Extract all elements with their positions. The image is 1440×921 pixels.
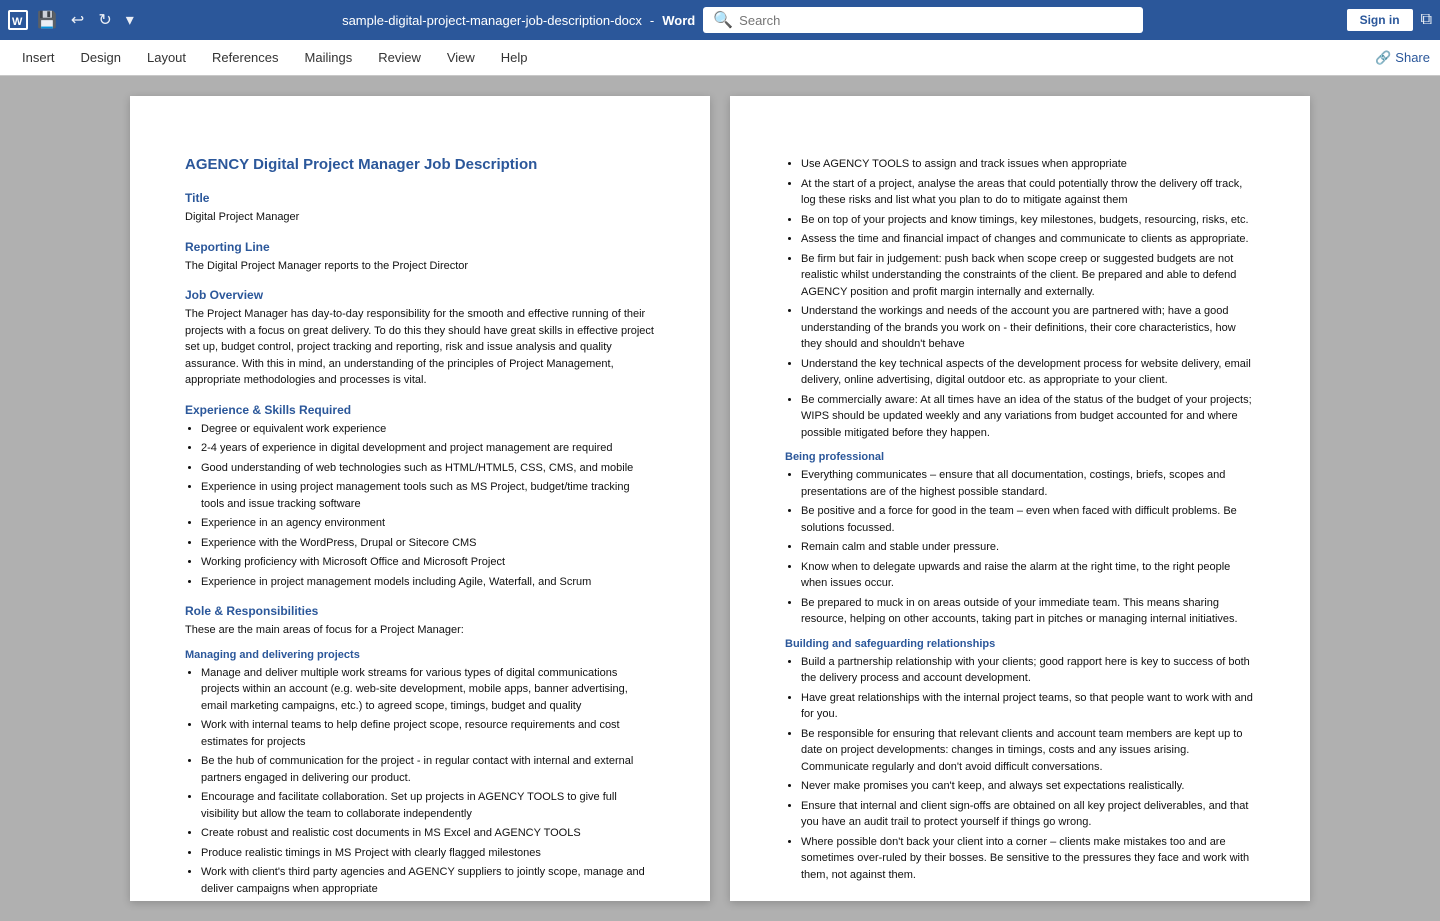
file-name: sample-digital-project-manager-job-descr… (342, 13, 642, 28)
title-bar-left: W 💾 ↩ ↻ ▾ (8, 8, 139, 32)
list-item: Everything communicates – ensure that al… (801, 467, 1255, 500)
list-item: At the start of a project, analyse the a… (801, 176, 1255, 209)
menu-help[interactable]: Help (489, 44, 540, 71)
list-item: Manage and deliver multiple work streams… (201, 665, 655, 715)
list-item: Be commercially aware: At all times have… (801, 392, 1255, 442)
list-item: Working proficiency with Microsoft Offic… (201, 554, 655, 571)
list-item: Work with client's third party agencies … (201, 864, 655, 897)
svg-text:W: W (12, 16, 23, 28)
menu-mailings[interactable]: Mailings (293, 44, 365, 71)
list-item: Where possible don't back your client in… (801, 834, 1255, 884)
list-item: Never make promises you can't keep, and … (801, 778, 1255, 795)
role-intro: These are the main areas of focus for a … (185, 622, 655, 639)
title-separator: - (650, 13, 654, 28)
signin-button[interactable]: Sign in (1347, 9, 1413, 31)
menu-view[interactable]: View (435, 44, 487, 71)
page-1: AGENCY Digital Project Manager Job Descr… (130, 96, 710, 901)
reporting-line-content: The Digital Project Manager reports to t… (185, 258, 655, 275)
customize-button[interactable]: ▾ (121, 8, 139, 32)
section-job-overview: Job Overview (185, 288, 655, 302)
menu-references[interactable]: References (200, 44, 290, 71)
title-bar-center: sample-digital-project-manager-job-descr… (139, 7, 1347, 33)
share-button[interactable]: 🔗 Share (1375, 50, 1430, 66)
menu-insert[interactable]: Insert (10, 44, 67, 71)
list-item: Remain calm and stable under pressure. (801, 539, 1255, 556)
list-item: Experience with the WordPress, Drupal or… (201, 535, 655, 552)
menu-design[interactable]: Design (69, 44, 133, 71)
list-item: Work with internal teams to help define … (201, 717, 655, 750)
list-item: Experience in using project management t… (201, 479, 655, 512)
menu-layout[interactable]: Layout (135, 44, 198, 71)
list-item: Be on top of your projects and know timi… (801, 212, 1255, 229)
app-name: Word (662, 13, 695, 28)
section-experience: Experience & Skills Required (185, 403, 655, 417)
list-item: Good understanding of web technologies s… (201, 460, 655, 477)
redo-button[interactable]: ↻ (93, 8, 116, 32)
section-reporting-line: Reporting Line (185, 240, 655, 254)
search-box[interactable]: 🔍 (703, 7, 1143, 33)
list-item: Ensure that internal and client sign-off… (801, 798, 1255, 831)
restore-window-button[interactable]: ⧉ (1421, 11, 1432, 29)
list-item: Encourage and facilitate collaboration. … (201, 789, 655, 822)
managing-list: Manage and deliver multiple work streams… (201, 665, 655, 898)
document-title: AGENCY Digital Project Manager Job Descr… (185, 156, 655, 173)
undo-button[interactable]: ↩ (66, 8, 89, 32)
list-item: Be firm but fair in judgement: push back… (801, 251, 1255, 301)
save-button[interactable]: 💾 (32, 8, 62, 32)
list-item: Build a partnership relationship with yo… (801, 654, 1255, 687)
list-item: Experience in project management models … (201, 574, 655, 591)
page-2: Use AGENCY TOOLS to assign and track iss… (730, 96, 1310, 901)
share-icon: 🔗 (1375, 50, 1391, 66)
menu-review[interactable]: Review (366, 44, 433, 71)
list-item: Be responsible for ensuring that relevan… (801, 726, 1255, 776)
relationships-list: Build a partnership relationship with yo… (801, 654, 1255, 884)
document-area: AGENCY Digital Project Manager Job Descr… (0, 76, 1440, 921)
list-item: Assess the time and financial impact of … (801, 231, 1255, 248)
job-overview-content: The Project Manager has day-to-day respo… (185, 306, 655, 389)
list-item: 2-4 years of experience in digital devel… (201, 440, 655, 457)
subheading-professional: Being professional (785, 451, 1255, 463)
list-item: Degree or equivalent work experience (201, 421, 655, 438)
word-icon: W (8, 10, 28, 30)
subheading-relationships: Building and safeguarding relationships (785, 638, 1255, 650)
list-item: Be positive and a force for good in the … (801, 503, 1255, 536)
title-content: Digital Project Manager (185, 209, 655, 226)
continued-list: Use AGENCY TOOLS to assign and track iss… (801, 156, 1255, 441)
list-item: Experience in an agency environment (201, 515, 655, 532)
title-bar: W 💾 ↩ ↻ ▾ sample-digital-project-manager… (0, 0, 1440, 40)
search-icon: 🔍 (713, 10, 733, 30)
list-item: Create robust and realistic cost documen… (201, 825, 655, 842)
share-label: Share (1395, 50, 1430, 65)
section-role: Role & Responsibilities (185, 604, 655, 618)
list-item: Use AGENCY TOOLS to assign and track iss… (801, 156, 1255, 173)
subheading-managing: Managing and delivering projects (185, 649, 655, 661)
experience-list: Degree or equivalent work experience 2-4… (201, 421, 655, 591)
professional-list: Everything communicates – ensure that al… (801, 467, 1255, 628)
list-item: Have great relationships with the intern… (801, 690, 1255, 723)
section-title-heading: Title (185, 191, 655, 205)
list-item: Produce realistic timings in MS Project … (201, 845, 655, 862)
list-item: Understand the workings and needs of the… (801, 303, 1255, 353)
menu-bar: Insert Design Layout References Mailings… (0, 40, 1440, 76)
list-item: Be prepared to muck in on areas outside … (801, 595, 1255, 628)
search-input[interactable] (739, 13, 1133, 28)
title-bar-right: Sign in ⧉ (1347, 9, 1432, 31)
list-item: Understand the key technical aspects of … (801, 356, 1255, 389)
list-item: Know when to delegate upwards and raise … (801, 559, 1255, 592)
list-item: Be the hub of communication for the proj… (201, 753, 655, 786)
